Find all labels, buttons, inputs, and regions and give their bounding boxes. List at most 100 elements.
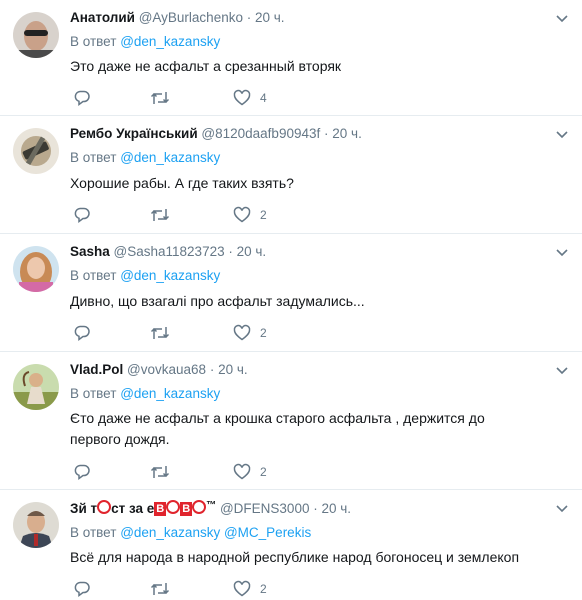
chevron-down-icon[interactable] [556,131,568,139]
like-button[interactable]: 2 [233,463,267,481]
mention-link[interactable]: @MC_Perekis [224,525,311,540]
avatar[interactable] [13,128,59,174]
retweet-button[interactable] [150,89,170,107]
tweet-header: Рембо Український @8120daafb90943f · 20 … [70,126,362,141]
separator-dot: · [209,362,215,377]
tweet-text: Всё для народа в народной республике нар… [70,549,520,565]
reply-button[interactable] [73,463,91,481]
like-button[interactable]: 2 [233,580,267,598]
retweet-button[interactable] [150,324,170,342]
chevron-down-icon[interactable] [556,367,568,375]
avatar[interactable] [13,12,59,58]
reply-to: В ответ @den_kazansky [70,268,220,283]
heart-icon [233,580,251,597]
like-count: 2 [260,326,267,340]
reply-icon [74,325,90,341]
reply-button[interactable] [73,324,91,342]
avatar[interactable] [13,246,59,292]
like-button[interactable]: 2 [233,324,267,342]
author-handle[interactable]: @Sasha11823723 [114,244,225,259]
timestamp[interactable]: 20 ч. [322,501,352,516]
tweet-header: Sasha @Sasha11823723 · 20 ч. [70,244,266,259]
reply-prefix: В ответ [70,268,117,283]
chevron-down-icon[interactable] [556,505,568,513]
author-name[interactable]: Sasha [70,244,110,259]
like-button[interactable]: 4 [233,89,267,107]
reply-button[interactable] [73,206,91,224]
avatar[interactable] [13,502,59,548]
heart-icon [233,463,251,480]
heart-icon [233,324,251,341]
separator-dot: · [313,501,318,516]
heart-icon [233,89,251,106]
tweet[interactable]: Vlad.Pol @vovkaua68 · 20 ч. В ответ @den… [0,352,582,490]
author-handle[interactable]: @DFENS3000 [220,501,310,516]
reply-icon [74,581,90,597]
mention-link[interactable]: @den_kazansky [120,268,220,283]
tweet[interactable]: Анатолий @AyBurlachenko · 20 ч. В ответ … [0,0,582,116]
tweet-header: Анатолий @AyBurlachenko · 20 ч. [70,10,285,25]
name-part: ст за е [111,501,155,516]
tweet-text: Хорошие рабы. А где таких взять? [70,175,294,191]
retweet-icon [150,583,170,595]
avatar[interactable] [13,364,59,410]
reply-prefix: В ответ [70,150,117,165]
timestamp[interactable]: 20 ч. [332,126,362,141]
like-count: 2 [260,465,267,479]
timestamp[interactable]: 20 ч. [237,244,267,259]
mention-link[interactable]: @den_kazansky [120,150,220,165]
retweet-button[interactable] [150,206,170,224]
tweet-text: Это даже не асфальт а срезанный вторяк [70,58,342,74]
retweet-icon [150,466,170,478]
retweet-button[interactable] [150,580,170,598]
red-letter-block: В [154,502,167,516]
chevron-down-icon[interactable] [556,15,568,23]
reply-to: В ответ @den_kazansky [70,34,220,49]
chevron-down-icon[interactable] [556,249,568,257]
timestamp[interactable]: 20 ч. [255,10,285,25]
mention-link[interactable]: @den_kazansky [120,34,220,49]
reply-to: В ответ @den_kazansky @MC_Perekis [70,525,311,540]
separator-dot: · [246,10,252,25]
author-handle[interactable]: @AyBurlachenko [139,10,243,25]
tweet-text: Єто даже не асфальт а крошка старого асф… [70,410,485,447]
mention-link[interactable]: @den_kazansky [120,525,220,540]
reply-icon [74,207,90,223]
retweet-icon [150,92,170,104]
author-handle[interactable]: @vovkaua68 [127,362,206,377]
red-letter-block: В [180,502,193,516]
reply-icon [74,464,90,480]
red-circle-icon [192,500,207,514]
reply-icon [74,90,90,106]
tweet-header: Vlad.Pol @vovkaua68 · 20 ч. [70,362,248,377]
tweet[interactable]: Зй т ст за е В В ™ @DFENS3000 · 20 ч. В отве… [0,490,582,598]
separator-dot: · [228,244,233,259]
tweet-header: Зй т ст за е В В ™ @DFENS3000 · 20 ч. [70,500,351,516]
reply-prefix: В ответ [70,525,117,540]
retweet-icon [150,209,170,221]
reply-to: В ответ @den_kazansky [70,150,220,165]
trademark-symbol: ™ [206,500,217,511]
mention-link[interactable]: @den_kazansky [120,386,220,401]
retweet-button[interactable] [150,463,170,481]
red-circle-icon [166,500,181,514]
tweet[interactable]: Рембо Український @8120daafb90943f · 20 … [0,116,582,234]
tweet[interactable]: Sasha @Sasha11823723 · 20 ч. В ответ @de… [0,234,582,352]
like-count: 4 [260,91,267,105]
like-count: 2 [260,582,267,596]
retweet-icon [150,327,170,339]
reply-to: В ответ @den_kazansky [70,386,220,401]
author-name[interactable]: Анатолий [70,10,135,25]
reply-button[interactable] [73,580,91,598]
reply-button[interactable] [73,89,91,107]
reply-prefix: В ответ [70,34,117,49]
author-handle[interactable]: @8120daafb90943f [201,126,320,141]
author-name[interactable]: Зй т ст за е В В ™ [70,500,217,516]
timestamp[interactable]: 20 ч. [218,362,248,377]
like-count: 2 [260,208,267,222]
tweet-text: Дивно, що взагалі про асфальт задумались… [70,293,365,309]
author-name[interactable]: Рембо Український [70,126,198,141]
like-button[interactable]: 2 [233,206,267,224]
heart-icon [233,206,251,223]
author-name[interactable]: Vlad.Pol [70,362,123,377]
